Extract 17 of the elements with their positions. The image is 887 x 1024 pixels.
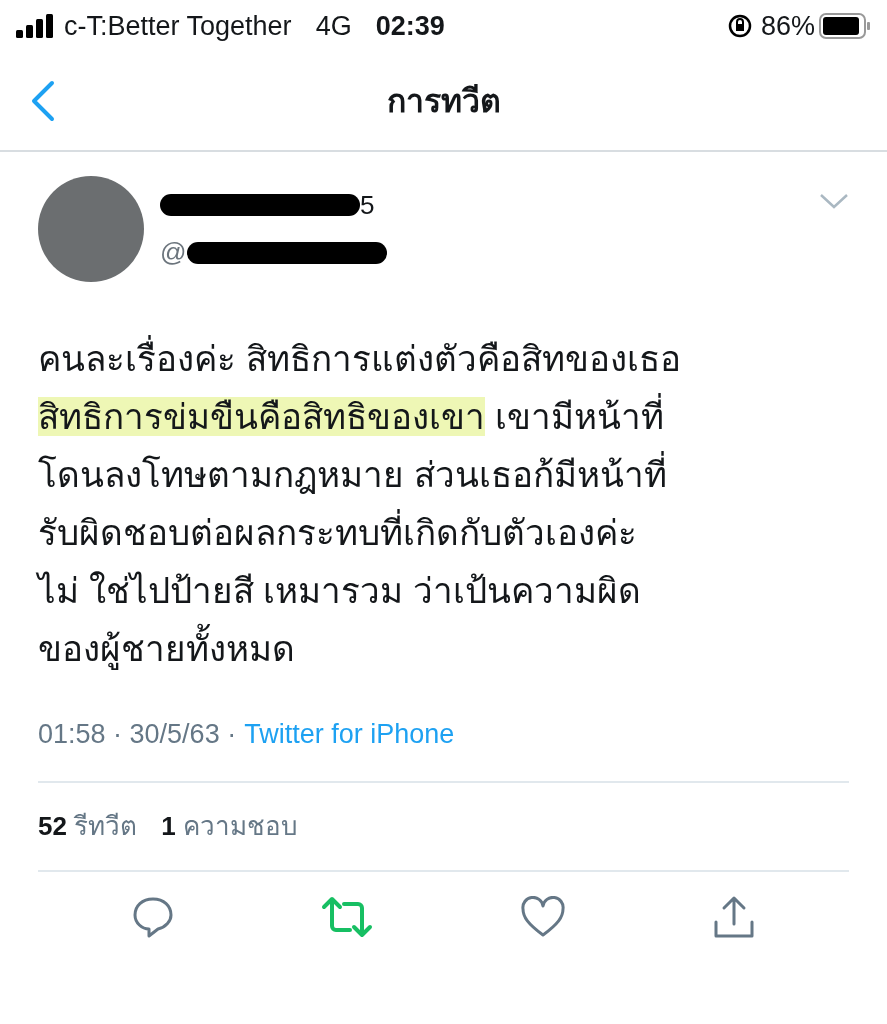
battery-percent: 86%	[760, 9, 815, 43]
display-name: 5	[360, 188, 375, 222]
carrier-name: c-T:Better Together	[64, 9, 292, 43]
heart-icon[interactable]	[519, 895, 566, 938]
signal-icon	[16, 14, 56, 38]
rotation-lock-icon	[726, 13, 753, 39]
clock-time: 02:39	[375, 9, 445, 43]
tweet-timestamp: 01:58 · 30/5/63 ·	[38, 718, 237, 751]
retweet-icon[interactable]	[321, 894, 374, 939]
screen-title: การทวีต	[386, 82, 501, 121]
tweet-text: คนละเรื่องค่ะ สิทธิการแต่งตัวคือสิทของเธอ สิทธิการข่มขืนคือสิทธิของเขา เขามีหน้าที่ โดนลงโทษตามกฎหมาย ส่วนเธอก้มีหน้าที่ รับผิดชอบต่อผลกระทบที่เกิดกับตัวเองค่ะ ไม่ ใช่ไปป้ายสี เหมารวม ว่าเป้นความผิด ของผู้ชายทั้งหมด	[38, 330, 849, 678]
network-type: 4G	[315, 9, 352, 43]
back-icon[interactable]	[30, 80, 56, 122]
engagement-count[interactable]: 52 รีทวีต	[38, 806, 138, 846]
user-handle: @	[160, 236, 187, 269]
engagement-count[interactable]: 1 ความชอบ	[161, 806, 298, 846]
battery-icon	[819, 13, 871, 39]
